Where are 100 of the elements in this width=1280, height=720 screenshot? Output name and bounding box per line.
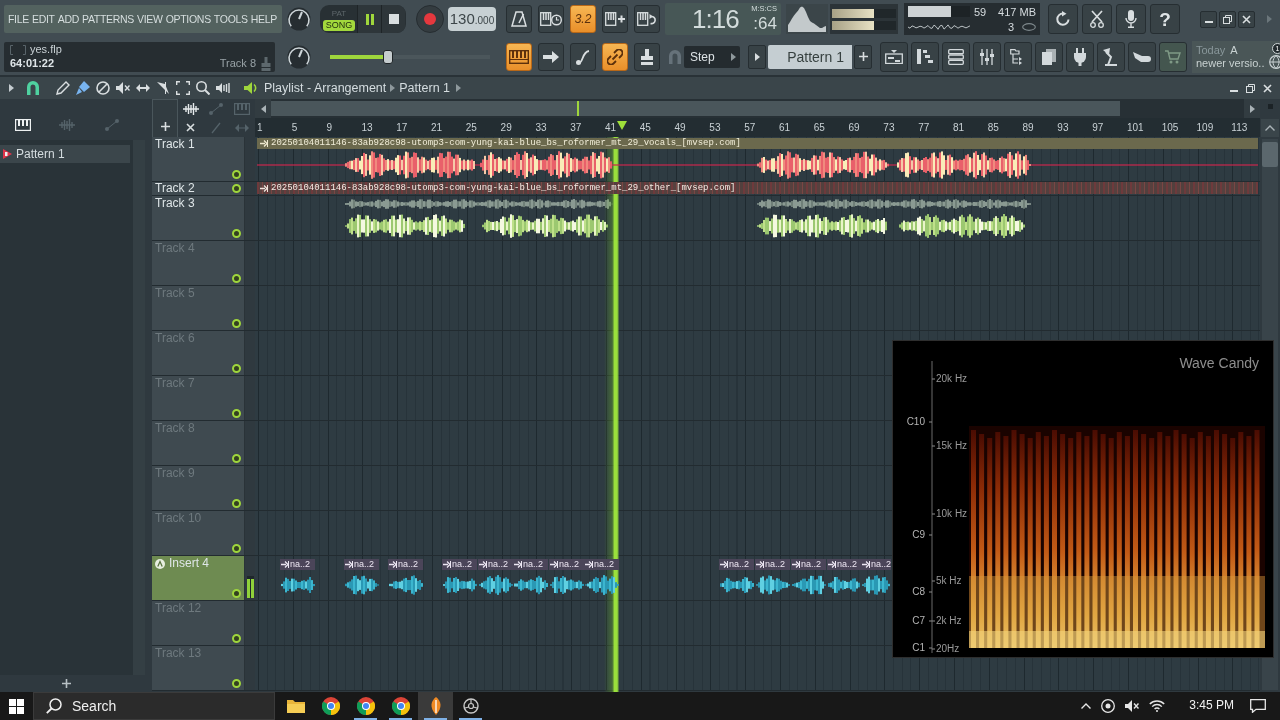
delete-icon[interactable]: [96, 81, 110, 95]
clip-header[interactable]: na..2: [584, 559, 619, 570]
mute-switch[interactable]: [232, 589, 241, 598]
scroll-up-button[interactable]: [1261, 119, 1279, 137]
mute-switch[interactable]: [232, 679, 241, 688]
clock[interactable]: 3:45 PM: [1189, 699, 1234, 713]
cart-button[interactable]: [1159, 41, 1187, 72]
pattern-arrow-button[interactable]: [748, 44, 766, 69]
slip-icon[interactable]: [136, 83, 150, 93]
close-button[interactable]: [1238, 10, 1255, 28]
add-track-button[interactable]: [152, 99, 178, 137]
slice-icon[interactable]: [156, 81, 170, 95]
mute-switch[interactable]: [232, 364, 241, 373]
restore-button[interactable]: [1219, 10, 1236, 28]
message-icon[interactable]: [1250, 699, 1266, 713]
countdown-button[interactable]: 3.2: [570, 5, 596, 33]
track-header[interactable]: Track 3: [152, 196, 245, 240]
mute-switch[interactable]: [232, 229, 241, 238]
zoom-icon[interactable]: [196, 81, 210, 95]
clip-header[interactable]: na..2: [827, 559, 861, 570]
mute-switch[interactable]: [232, 454, 241, 463]
menu-item[interactable]: VIEW: [137, 13, 163, 25]
clip-header[interactable]: na..2: [280, 559, 315, 570]
mute-switch[interactable]: [232, 409, 241, 418]
mute-switch[interactable]: [232, 170, 241, 179]
keys-loop-button[interactable]: [634, 5, 660, 33]
timeline-ruler[interactable]: 1 5 9 13 17 21 25 29 33 37 41 45 49 53 57 61 65 69 73 77 81 85 89 93 97 101 105 109 113: [255, 118, 1260, 137]
help-button[interactable]: ?: [1150, 4, 1180, 34]
menu-item[interactable]: EDIT: [32, 13, 55, 25]
clip-header[interactable]: na..2: [442, 559, 477, 570]
lamp-button[interactable]: [1097, 41, 1125, 72]
clip-header[interactable]: na..2: [513, 559, 548, 570]
mute-switch[interactable]: [232, 274, 241, 283]
speaker-icon[interactable]: [244, 81, 258, 95]
brush-icon[interactable]: [76, 81, 90, 95]
stop-button[interactable]: [381, 5, 405, 33]
slider-thumb[interactable]: [382, 49, 393, 64]
keyboard-button[interactable]: [506, 42, 532, 71]
mute-switch[interactable]: [232, 319, 241, 328]
keys-plus-button[interactable]: [602, 5, 628, 33]
scissors-button[interactable]: [1082, 4, 1112, 34]
clip-header[interactable]: na..2: [478, 559, 513, 570]
search-box[interactable]: Search: [33, 692, 275, 720]
stamp-button[interactable]: [634, 42, 660, 71]
clip-header[interactable]: na..2: [861, 559, 891, 570]
target-icon[interactable]: [1101, 699, 1116, 713]
piano-roll-button[interactable]: [911, 41, 939, 72]
mode-option[interactable]: SONG: [323, 19, 355, 31]
menu-item[interactable]: FILE: [8, 13, 29, 25]
record-button[interactable]: [416, 5, 444, 33]
restore-icon[interactable]: [1246, 83, 1255, 93]
microphone-button[interactable]: [1116, 4, 1146, 34]
minimize-button[interactable]: [1200, 10, 1217, 28]
clip-header[interactable]: na..2: [755, 559, 790, 570]
add-pattern-button[interactable]: [854, 44, 872, 69]
scroll-left-button[interactable]: [255, 99, 271, 118]
track-header[interactable]: Track 1: [152, 137, 245, 181]
clip-header[interactable]: na..2: [549, 559, 584, 570]
taskbar-app[interactable]: [418, 692, 453, 720]
hand-button[interactable]: [1128, 41, 1156, 72]
plus-icon[interactable]: [62, 679, 71, 688]
caret-icon[interactable]: [9, 84, 14, 92]
close-icon[interactable]: [186, 123, 196, 132]
browser-button[interactable]: [1004, 41, 1032, 72]
plug-button[interactable]: [1066, 41, 1094, 72]
mute-switch[interactable]: [232, 184, 241, 193]
close-icon[interactable]: [1263, 83, 1272, 93]
keyboard-clock-button[interactable]: [538, 5, 564, 33]
magnet-icon[interactable]: [26, 81, 40, 95]
mute-icon[interactable]: [1125, 700, 1140, 712]
pages-button[interactable]: [1035, 41, 1063, 72]
menu-item[interactable]: OPTIONS: [165, 13, 211, 25]
pencil-icon[interactable]: [56, 81, 70, 95]
clip-header[interactable]: na..2: [388, 559, 423, 570]
channel-rack-button[interactable]: [942, 41, 970, 72]
scrollbar-thumb[interactable]: [1262, 142, 1278, 167]
knob[interactable]: [287, 44, 311, 69]
playhead-marker[interactable]: [617, 121, 627, 130]
clip-header[interactable]: na..2: [344, 559, 379, 570]
link-button[interactable]: [602, 42, 628, 71]
clip-header[interactable]: 20250104011146-83ab928c98-utomp3-com-yung-kai-blue_bs_roformer_mt_29_vocals_[mvsep.com]: [257, 138, 1258, 149]
snap-dropdown[interactable]: Step: [684, 45, 740, 68]
arrow-button[interactable]: [538, 42, 564, 71]
breadcrumb-pattern[interactable]: Pattern 1: [399, 80, 450, 96]
wifi-icon[interactable]: [1149, 700, 1166, 712]
tempo-field[interactable]: 130.000: [448, 7, 496, 31]
scroll-right-button[interactable]: [1244, 99, 1260, 118]
playlist-button[interactable]: [880, 41, 908, 72]
menu-item[interactable]: HELP: [250, 13, 277, 25]
track-header[interactable]: Track 2: [152, 182, 245, 195]
mute-switch[interactable]: [232, 499, 241, 508]
mute-switch[interactable]: [232, 634, 241, 643]
pattern-selector[interactable]: Pattern 1: [768, 44, 852, 69]
audio-clip[interactable]: 20250104011146-83ab928c98-utomp3-com-yung-kai-blue_bs_roformer_mt_29_other_[mvsep.com]: [257, 182, 1258, 194]
mute-switch[interactable]: [232, 544, 241, 553]
knob[interactable]: [287, 7, 311, 31]
refresh-button[interactable]: [1048, 4, 1078, 34]
menu-item[interactable]: ADD: [57, 13, 79, 25]
metronome-button[interactable]: [506, 5, 532, 33]
mixer-button[interactable]: [973, 41, 1001, 72]
